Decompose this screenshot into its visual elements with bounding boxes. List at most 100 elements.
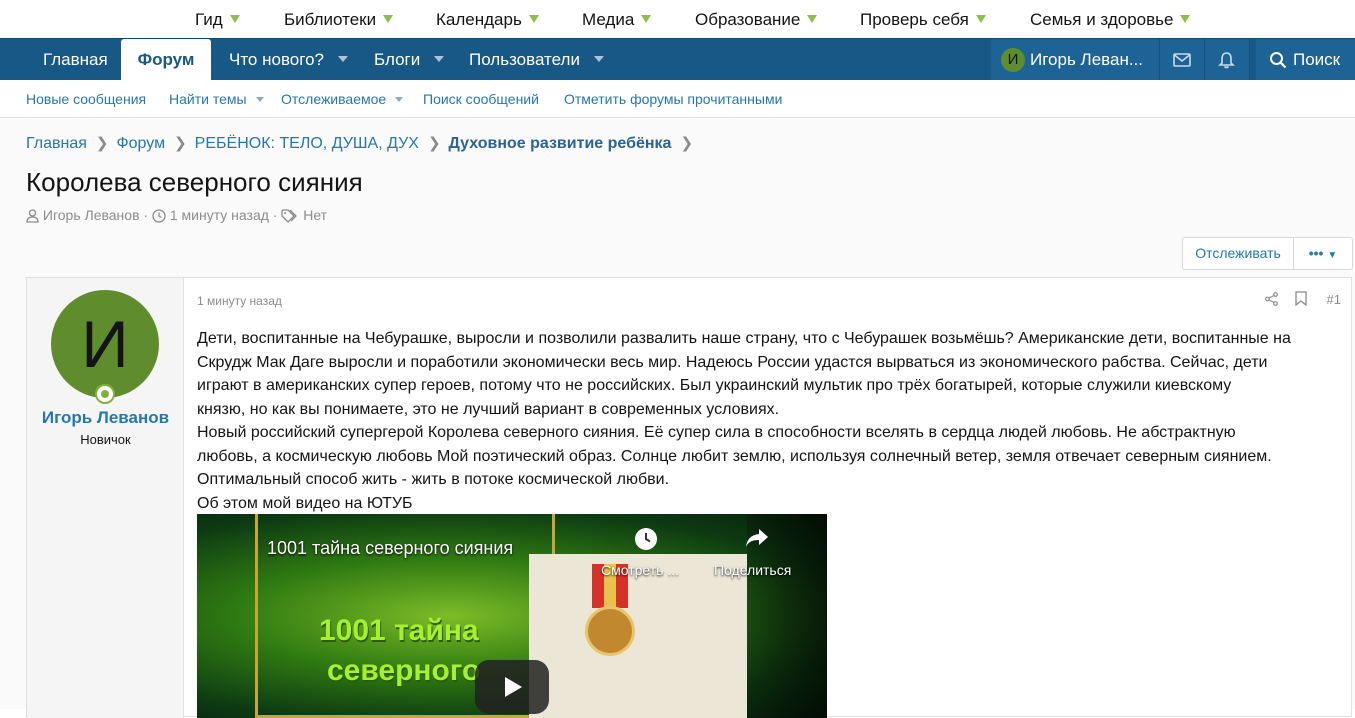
sub-nav: Новые сообщения Найти темы Отслеживаемое… [0, 80, 1355, 118]
post-line: Дети, воспитанные на Чебурашке, выросли … [197, 330, 1291, 347]
post-line: Об этом мой видео на ЮТУБ [197, 494, 413, 512]
category-calendar[interactable]: Календарь [436, 10, 539, 30]
alerts-button[interactable] [1205, 39, 1249, 81]
tags-icon [281, 209, 298, 223]
clock-icon[interactable] [634, 527, 658, 551]
breadcrumb-subforum[interactable]: Духовное развитие ребёнка [449, 135, 672, 152]
nav-users[interactable]: Пользователи [469, 39, 604, 81]
more-options-button[interactable]: ••• ▼ [1294, 238, 1352, 269]
post-author[interactable]: Игорь Леванов [27, 408, 184, 428]
category-label: Образование [695, 10, 801, 29]
post-line: Новый российский супергерой Королева сев… [197, 424, 1236, 441]
nav-label: Блоги [374, 50, 421, 69]
breadcrumb-section[interactable]: РЕБЁНОК: ТЕЛО, ДУША, ДУХ [195, 135, 419, 152]
share-icon[interactable] [1265, 292, 1278, 306]
post-number[interactable]: #1 [1327, 292, 1341, 307]
category-media[interactable]: Медиа [582, 10, 652, 30]
youtube-embed[interactable]: 1001 тайна северного 1001 тайна северног… [197, 514, 827, 718]
search-label: Поиск [1293, 50, 1341, 69]
video-title[interactable]: 1001 тайна северного сияния [267, 538, 513, 559]
chevron-down-icon [641, 15, 652, 23]
category-label: Гид [195, 10, 223, 29]
inbox-button[interactable] [1160, 39, 1204, 81]
post-line: играют в американских супер героев, пото… [197, 377, 1232, 394]
breadcrumb-home[interactable]: Главная [26, 135, 87, 152]
nav-whats-new[interactable]: Что нового? [229, 39, 348, 81]
breadcrumb: Главная ❯ Форум ❯ РЕБЁНОК: ТЕЛО, ДУША, ДУХ ❯ Д… [26, 134, 701, 153]
chevron-down-icon [593, 56, 604, 62]
chevron-down-icon [807, 15, 818, 23]
post-line: любовь, а космическую любовь Мой поэтиче… [197, 447, 1272, 465]
divider [1249, 39, 1250, 81]
online-status-icon [95, 384, 115, 404]
separator-dot: · [143, 207, 149, 223]
thread-actions: Отслеживать ••• ▼ [1182, 237, 1353, 270]
chevron-down-icon [395, 97, 404, 102]
category-label: Проверь себя [860, 10, 969, 29]
category-label: Медиа [582, 10, 635, 29]
nav-label: Что нового? [229, 50, 324, 69]
bell-icon [1218, 52, 1235, 69]
chevron-down-icon: ▼ [1327, 250, 1338, 261]
thumbnail-caption: северного [327, 654, 481, 687]
nav-forum[interactable]: Форум [121, 39, 211, 81]
breadcrumb-forum[interactable]: Форум [116, 135, 165, 152]
chevron-down-icon [255, 97, 264, 102]
chevron-down-icon [975, 15, 986, 23]
post-header: 1 минуту назад #1 [185, 278, 1351, 318]
post-line: князю, но как вы понимаете, это не лучши… [197, 400, 780, 418]
search-button[interactable]: Поиск [1256, 39, 1355, 81]
envelope-icon [1173, 53, 1191, 67]
avatar[interactable]: И [51, 290, 159, 398]
more-icon: ••• [1308, 245, 1324, 261]
chevron-down-icon [229, 15, 240, 23]
share-icon[interactable] [745, 528, 769, 548]
category-label: Библиотеки [284, 10, 377, 29]
main-nav: Главная Форум Что нового? Блоги Пользова… [0, 38, 1355, 81]
search-icon [1270, 52, 1287, 69]
clock-icon [152, 209, 166, 223]
page-body: Главная ❯ Форум ❯ РЕБЁНОК: ТЕЛО, ДУША, ДУХ ❯ Д… [0, 119, 1355, 718]
nav-home[interactable]: Главная [43, 39, 108, 81]
subnav-search-posts[interactable]: Поиск сообщений [423, 91, 539, 107]
category-guide[interactable]: Гид [195, 10, 240, 30]
chevron-down-icon [528, 15, 539, 23]
chevron-down-icon [1180, 15, 1191, 23]
subnav-mark-read[interactable]: Отметить форумы прочитанными [564, 91, 782, 107]
category-label: Семья и здоровье [1030, 10, 1174, 29]
chevron-right-icon: ❯ [427, 135, 441, 152]
separator-dot: · [272, 207, 278, 223]
subnav-label: Найти темы [169, 91, 247, 107]
nav-blogs[interactable]: Блоги [374, 39, 445, 81]
subnav-label: Отслеживаемое [281, 91, 387, 107]
post-time[interactable]: 1 минуту назад [197, 294, 282, 308]
share-button[interactable]: Поделиться [714, 562, 791, 578]
nav-label: Пользователи [469, 50, 580, 69]
post-user-cell: И Игорь Леванов Новичок [27, 278, 184, 718]
thread-time[interactable]: 1 минуту назад [170, 207, 269, 223]
chevron-down-icon [434, 56, 445, 62]
bookmark-icon[interactable] [1295, 291, 1307, 306]
thread-meta: Игорь Леванов · 1 минуту назад · Нет [26, 207, 327, 223]
user-icon [26, 209, 39, 223]
category-bar: Гид Библиотеки Календарь Медиа Образован… [0, 0, 1355, 38]
thread-author[interactable]: Игорь Леванов [43, 207, 140, 223]
category-family-health[interactable]: Семья и здоровье [1030, 10, 1191, 30]
watch-later-button[interactable]: Смотреть ... [601, 562, 679, 578]
avatar: И [1001, 48, 1025, 72]
chevron-right-icon: ❯ [174, 135, 187, 152]
chevron-down-icon [337, 56, 348, 62]
chevron-down-icon [383, 15, 394, 23]
category-libraries[interactable]: Библиотеки [284, 10, 394, 30]
category-education[interactable]: Образование [695, 10, 818, 30]
watch-button[interactable]: Отслеживать [1183, 238, 1294, 269]
play-button[interactable] [475, 660, 549, 714]
subnav-new-posts[interactable]: Новые сообщения [26, 91, 146, 107]
thumbnail-caption: 1001 тайна [319, 614, 479, 647]
chevron-right-icon: ❯ [680, 135, 694, 152]
category-test-yourself[interactable]: Проверь себя [860, 10, 986, 30]
subnav-find-threads[interactable]: Найти темы [169, 91, 264, 107]
page-title: Королева северного сияния [26, 167, 363, 197]
account-menu[interactable]: И Игорь Леван... [991, 39, 1159, 81]
subnav-watched[interactable]: Отслеживаемое [281, 91, 404, 107]
